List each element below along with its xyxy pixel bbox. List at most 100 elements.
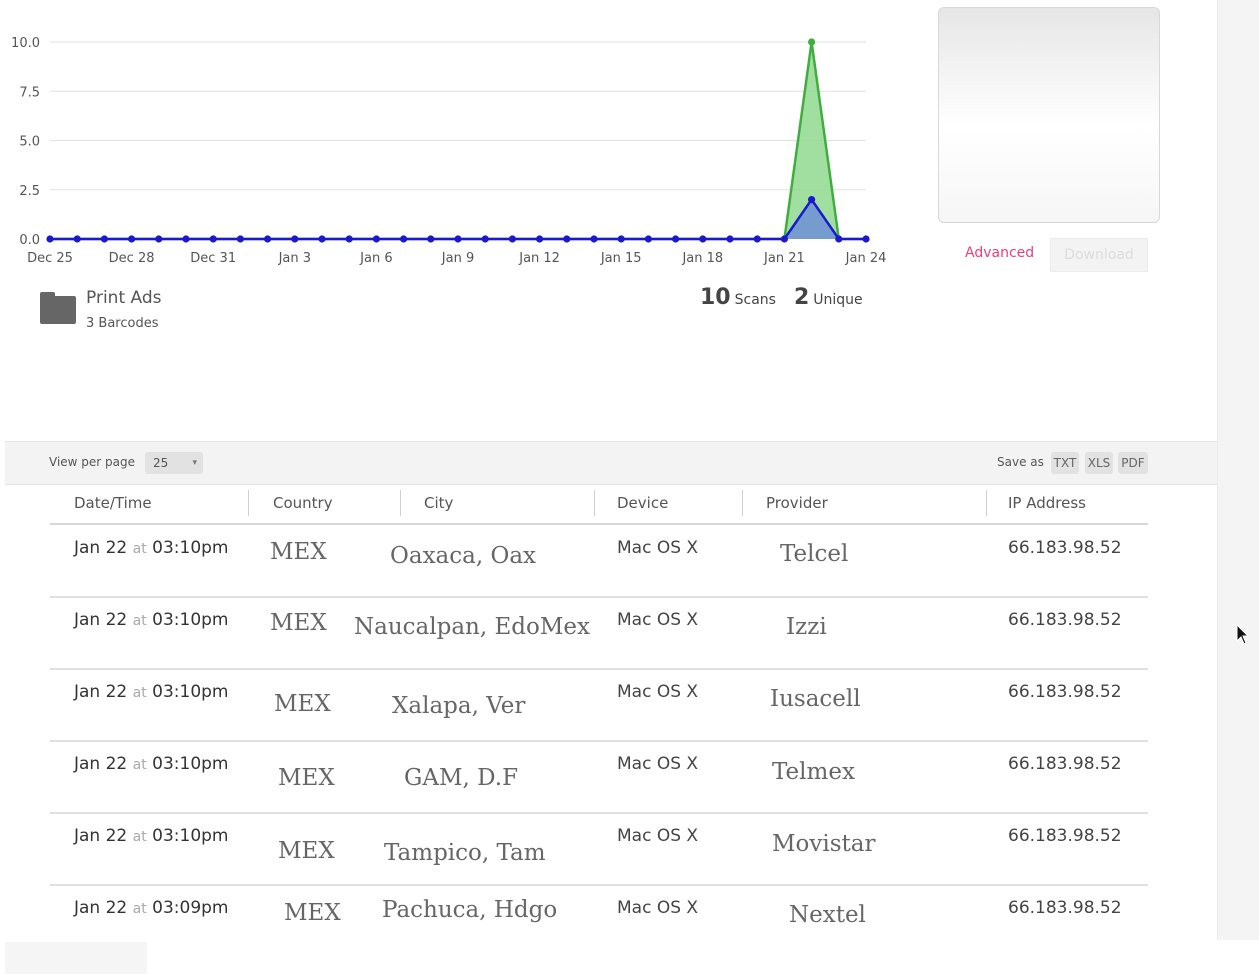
data-point bbox=[209, 235, 217, 243]
cell-datetime: Jan 22 at 03:10pm bbox=[74, 754, 228, 774]
y-tick-label: 2.5 bbox=[19, 184, 40, 199]
select-caret-icon: ▾ bbox=[192, 458, 197, 468]
header-divider bbox=[50, 523, 1148, 525]
data-point bbox=[46, 235, 54, 243]
cell-city: Xalapa, Ver bbox=[392, 693, 526, 719]
cell-country: MEX bbox=[274, 691, 331, 717]
cell-time: 03:10pm bbox=[152, 682, 229, 702]
x-tick-label: Dec 25 bbox=[27, 251, 73, 266]
data-point bbox=[753, 235, 761, 243]
cell-at: at bbox=[132, 613, 147, 629]
series-line bbox=[50, 197, 866, 241]
cell-device: Mac OS X bbox=[617, 826, 699, 846]
cell-date: Jan 22 bbox=[74, 754, 128, 774]
data-point bbox=[400, 235, 408, 243]
data-point bbox=[372, 235, 380, 243]
column-header-city[interactable]: City bbox=[424, 494, 453, 512]
data-point bbox=[835, 235, 843, 243]
data-point bbox=[699, 235, 707, 243]
cell-country: MEX bbox=[278, 838, 335, 864]
save-xls-button[interactable]: XLS bbox=[1085, 452, 1113, 474]
cell-provider: Izzi bbox=[786, 614, 827, 640]
row-divider bbox=[50, 884, 1148, 886]
data-point bbox=[590, 235, 598, 243]
cell-device: Mac OS X bbox=[617, 538, 699, 558]
column-separator bbox=[986, 490, 987, 516]
row-divider bbox=[50, 668, 1148, 670]
cell-country: MEX bbox=[284, 900, 341, 926]
data-point bbox=[155, 235, 163, 243]
column-header-ip[interactable]: IP Address bbox=[1008, 494, 1086, 512]
scan-stats: 10 Scans 2 Unique bbox=[700, 285, 863, 310]
data-point bbox=[563, 235, 571, 243]
campaign-barcode-count: 3 Barcodes bbox=[86, 316, 159, 331]
series-area bbox=[50, 199, 866, 239]
x-tick-label: Jan 9 bbox=[441, 251, 474, 266]
data-point bbox=[318, 235, 326, 243]
cell-city: Pachuca, Hdgo bbox=[382, 897, 558, 923]
advanced-link[interactable]: Advanced bbox=[965, 245, 1034, 261]
data-point bbox=[481, 235, 489, 243]
cell-ip: 66.183.98.52 bbox=[1008, 898, 1122, 918]
y-tick-label: 0.0 bbox=[19, 233, 40, 248]
data-point bbox=[808, 38, 816, 46]
data-point bbox=[100, 235, 108, 243]
right-gutter bbox=[1217, 0, 1259, 940]
barcode-preview bbox=[938, 7, 1160, 223]
cell-time: 03:10pm bbox=[152, 826, 229, 846]
cell-ip: 66.183.98.52 bbox=[1008, 826, 1122, 846]
cell-provider: Nextel bbox=[789, 902, 866, 928]
data-point bbox=[617, 235, 625, 243]
cell-country: MEX bbox=[270, 539, 327, 565]
cell-country: MEX bbox=[278, 765, 335, 791]
cell-date: Jan 22 bbox=[74, 538, 128, 558]
cell-device: Mac OS X bbox=[617, 754, 699, 774]
row-divider bbox=[50, 596, 1148, 598]
cell-at: at bbox=[132, 757, 147, 773]
data-point bbox=[73, 235, 81, 243]
data-point bbox=[644, 235, 653, 243]
data-point bbox=[345, 235, 353, 243]
cell-time: 03:09pm bbox=[152, 898, 229, 918]
cell-device: Mac OS X bbox=[617, 898, 699, 918]
cell-time: 03:10pm bbox=[152, 754, 229, 774]
column-header-datetime[interactable]: Date/Time bbox=[74, 494, 152, 512]
data-point bbox=[536, 235, 544, 243]
unique-label: Unique bbox=[813, 292, 863, 308]
x-tick-label: Jan 6 bbox=[359, 251, 392, 266]
cell-datetime: Jan 22 at 03:10pm bbox=[74, 610, 228, 630]
column-header-device[interactable]: Device bbox=[617, 494, 668, 512]
cell-date: Jan 22 bbox=[74, 610, 128, 630]
x-tick-label: Jan 24 bbox=[845, 251, 887, 266]
cell-ip: 66.183.98.52 bbox=[1008, 610, 1122, 630]
data-point bbox=[128, 235, 136, 243]
download-button[interactable]: Download bbox=[1050, 238, 1148, 272]
cell-provider: Movistar bbox=[772, 831, 876, 857]
cell-datetime: Jan 22 at 03:09pm bbox=[74, 898, 228, 918]
cell-ip: 66.183.98.52 bbox=[1008, 538, 1122, 558]
save-txt-button[interactable]: TXT bbox=[1051, 452, 1079, 474]
data-point bbox=[264, 235, 272, 243]
column-header-country[interactable]: Country bbox=[273, 494, 333, 512]
cell-datetime: Jan 22 at 03:10pm bbox=[74, 538, 228, 558]
cell-at: at bbox=[132, 901, 147, 917]
cell-provider: Telcel bbox=[780, 541, 849, 567]
scans-label: Scans bbox=[734, 292, 776, 308]
save-pdf-button[interactable]: PDF bbox=[1118, 452, 1148, 474]
cell-datetime: Jan 22 at 03:10pm bbox=[74, 682, 228, 702]
scans-chart: 0.0 2.5 5.0 7.5 10.0 Dec 25 Dec 28 Dec 31 Jan 3 J… bbox=[11, 36, 887, 266]
view-per-page-value: 25 bbox=[153, 456, 169, 470]
cell-ip: 66.183.98.52 bbox=[1008, 682, 1122, 702]
cell-provider: Telmex bbox=[772, 759, 855, 785]
cell-city: GAM, D.F bbox=[404, 765, 519, 791]
cell-city: Naucalpan, EdoMex bbox=[354, 614, 590, 640]
campaign-name[interactable]: Print Ads bbox=[86, 288, 162, 308]
cell-date: Jan 22 bbox=[74, 826, 128, 846]
column-header-provider[interactable]: Provider bbox=[766, 494, 828, 512]
cell-city: Tampico, Tam bbox=[384, 840, 546, 866]
x-tick-label: Jan 12 bbox=[518, 251, 560, 266]
x-tick-label: Jan 3 bbox=[278, 251, 311, 266]
view-per-page-select[interactable]: 25 ▾ bbox=[145, 452, 203, 474]
x-tick-label: Jan 15 bbox=[600, 251, 642, 266]
data-point bbox=[726, 235, 734, 243]
